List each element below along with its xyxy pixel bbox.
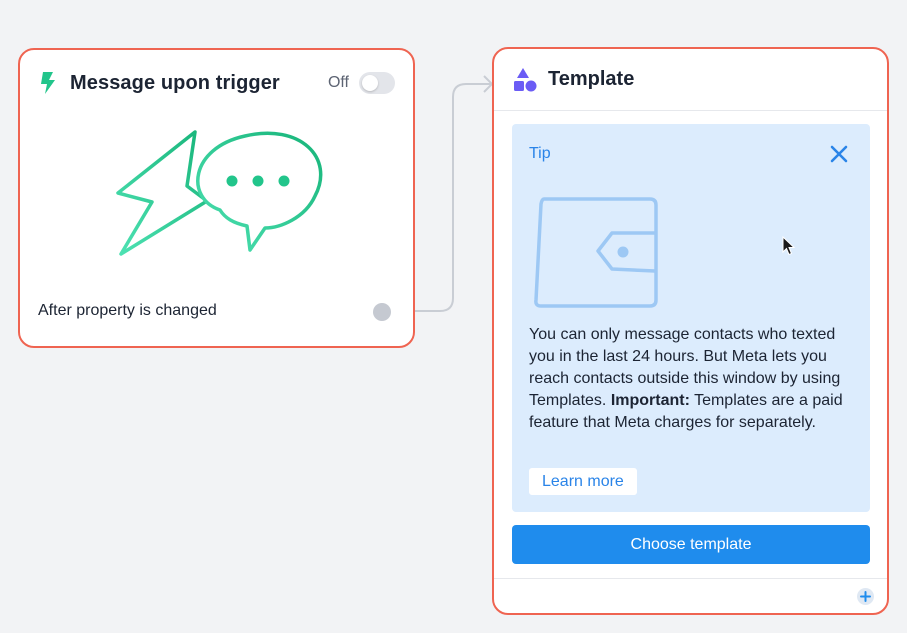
wallet-icon [534,197,658,308]
tip-label: Tip [529,145,551,162]
shapes-icon [512,67,538,93]
output-port-handle[interactable] [373,303,391,321]
tip-message: You can only message contacts who texted… [529,324,859,434]
trigger-toggle-group: Off [328,72,395,94]
trigger-node-title: Message upon trigger [70,71,280,94]
trigger-node[interactable]: Message upon trigger Off After property … [18,48,415,348]
tip-panel: Tip You can only message contacts who te… [512,124,870,512]
trigger-condition-label: After property is changed [38,302,217,319]
template-node-title: Template [548,68,635,90]
footer-divider [494,578,887,579]
bolt-speech-bubble-illustration [116,130,323,256]
template-node[interactable]: Template Tip You can only message contac… [492,47,889,615]
close-icon[interactable] [828,143,850,165]
toggle-label: Off [327,74,349,91]
tip-text-important: Important: [610,392,690,409]
mouse-cursor-icon [782,236,796,256]
trigger-toggle-switch[interactable] [359,72,395,94]
trigger-node-header: Message upon trigger Off [38,68,395,98]
lightning-bolt-icon [38,70,60,96]
plus-icon[interactable] [857,588,874,605]
template-node-header: Template [494,49,887,111]
learn-more-button[interactable]: Learn more [529,468,637,495]
toggle-knob [362,75,378,91]
choose-template-button[interactable]: Choose template [512,525,870,564]
